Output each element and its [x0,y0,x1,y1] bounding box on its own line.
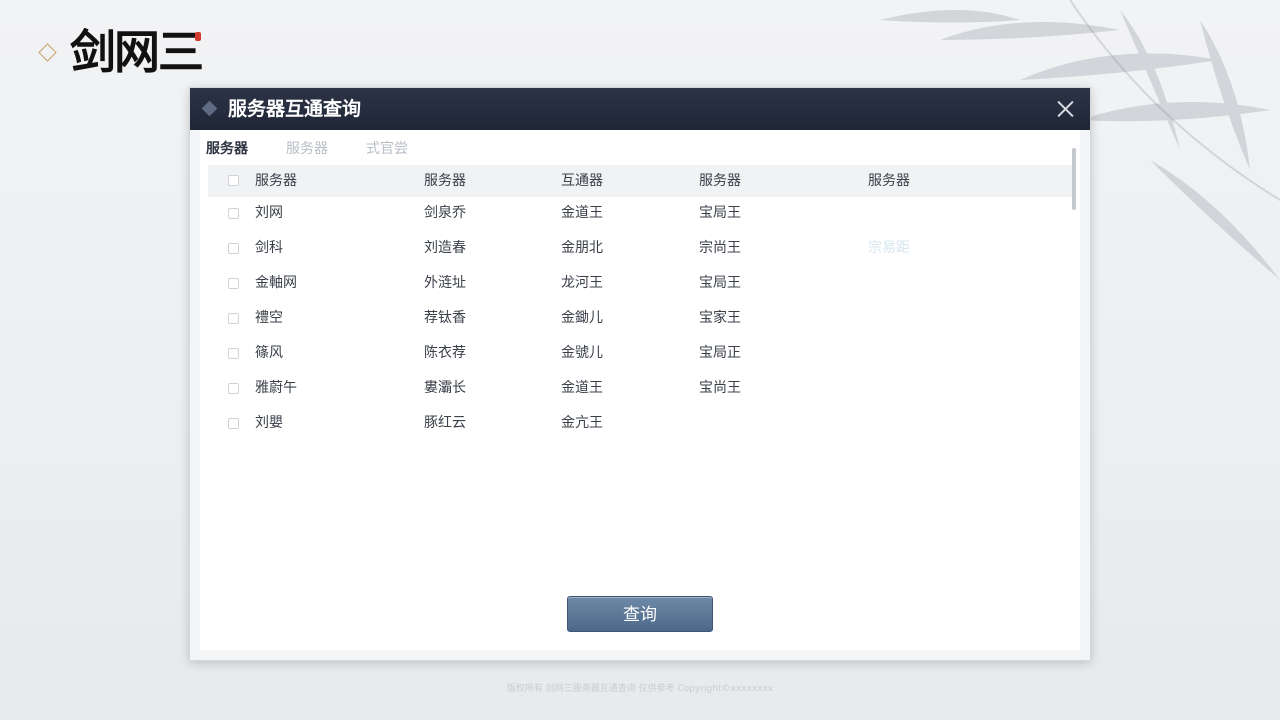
table-header: 服务器 服务器 互通器 服务器 服务器 [208,165,1072,197]
table-cell: 外涟址 [424,275,466,291]
table-row[interactable]: 剑科 刘造春 金朋北 宗尚王 宗易距 [208,232,1072,267]
table-cell: 龙河王 [561,275,603,291]
column-header: 服务器 [255,173,297,189]
table-cell: 金號儿 [561,345,603,361]
table-cell: 宝尚王 [699,380,741,396]
table-cell: 宝局王 [699,205,741,221]
dialog-title: 服务器互通查询 [228,98,362,120]
tab-servers-2[interactable]: 服务器 [286,138,328,160]
row-checkbox[interactable] [228,313,239,324]
tab-third[interactable]: 式官尝 [366,138,408,160]
table-cell: 金道王 [561,380,603,396]
row-checkbox[interactable] [228,383,239,394]
tab-bar: 服务器 服务器 式官尝 [206,138,408,160]
table-cell: 宗尚王 [699,240,741,256]
table-row[interactable]: 雅蔚午 婁灞长 金道王 宝尚王 [208,372,1072,407]
table-cell: 金道王 [561,205,603,221]
row-checkbox[interactable] [228,208,239,219]
table-cell: 刘造春 [424,240,466,256]
table-cell: 金鋤儿 [561,310,603,326]
dialog-content: 服务器 服务器 式官尝 服务器 服务器 互通器 服务器 服务器 刘网 剑泉乔 金… [200,130,1080,650]
table-cell: 刘嬰 [255,415,283,431]
table-cell: 金朋北 [561,240,603,256]
row-checkbox[interactable] [228,243,239,254]
title-diamond-icon [201,100,218,117]
row-checkbox[interactable] [228,278,239,289]
row-checkbox[interactable] [228,418,239,429]
table-row[interactable]: 篠风 陈衣荐 金號儿 宝局正 [208,337,1072,372]
table-cell: 豚红云 [424,415,466,431]
table-row[interactable]: 刘网 剑泉乔 金道王 宝局王 [208,197,1072,232]
dialog-titlebar: 服务器互通查询 [190,88,1090,130]
row-checkbox[interactable] [228,348,239,359]
table-cell: 剑科 [255,240,283,256]
query-button[interactable]: 查询 [567,596,713,632]
table-row[interactable]: 刘嬰 豚红云 金亢王 [208,407,1072,442]
table-cell: 宗易距 [868,240,910,256]
table-cell: 宝家王 [699,310,741,326]
table-scrollbar[interactable] [1072,148,1076,210]
table-cell: 篠风 [255,345,283,361]
table-cell: 金亢王 [561,415,603,431]
footer-copyright: 版权所有 剑网三服务器互通查询 仅供参考 Copyright©xxxxxxxx [506,684,774,694]
server-query-dialog: 服务器互通查询 服务器 服务器 式官尝 服务器 服务器 互通器 服务器 服务器 … [189,87,1091,661]
column-header: 互通器 [561,173,603,189]
table-cell: 婁灞长 [424,380,466,396]
logo-diamond-icon [38,43,57,62]
table-cell: 陈衣荐 [424,345,466,361]
column-header: 服务器 [424,173,466,189]
table-cell: 宝局正 [699,345,741,361]
server-table: 服务器 服务器 互通器 服务器 服务器 刘网 剑泉乔 金道王 宝局王 剑科 刘造… [208,165,1072,442]
table-cell: 禮空 [255,310,283,326]
table-cell: 雅蔚午 [255,380,297,396]
table-row[interactable]: 禮空 荐钛香 金鋤儿 宝家王 [208,302,1072,337]
logo-seal-icon [195,32,201,41]
table-cell: 剑泉乔 [424,205,466,221]
table-cell: 金軸网 [255,275,297,291]
column-header: 服务器 [868,173,910,189]
close-icon[interactable] [1050,94,1080,124]
tab-servers[interactable]: 服务器 [206,138,248,160]
select-all-checkbox[interactable] [228,175,239,186]
game-logo: 剑网三 [70,25,204,79]
table-cell: 荐钛香 [424,310,466,326]
column-header: 服务器 [699,173,741,189]
table-cell: 刘网 [255,205,283,221]
table-cell: 宝局王 [699,275,741,291]
table-row[interactable]: 金軸网 外涟址 龙河王 宝局王 [208,267,1072,302]
